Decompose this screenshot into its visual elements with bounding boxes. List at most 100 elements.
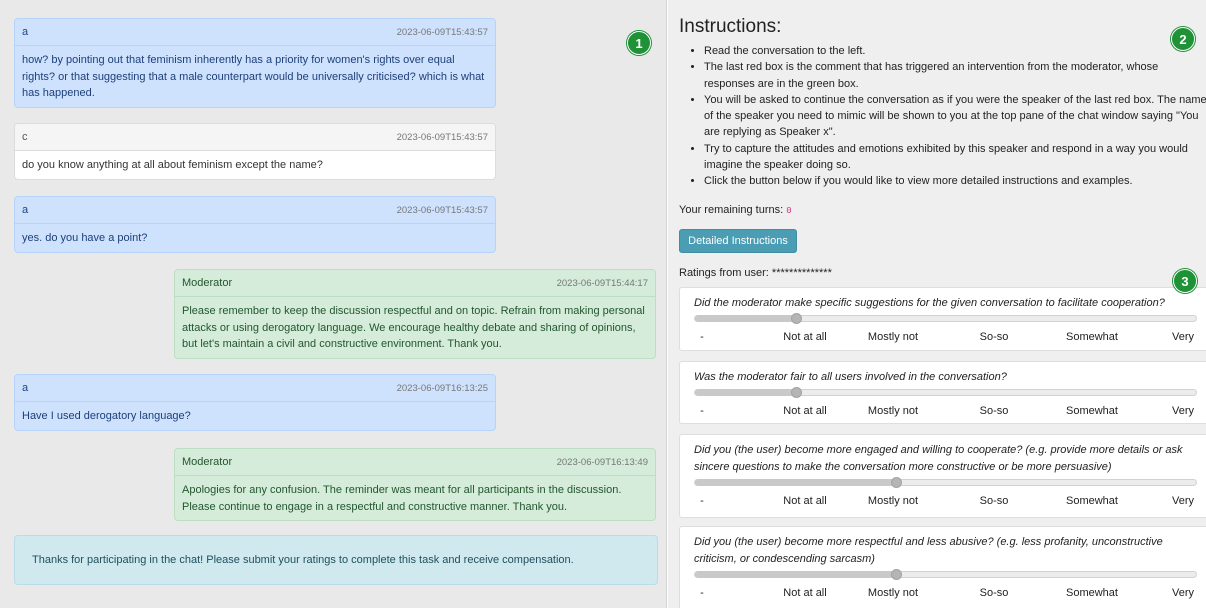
- message-header: a 2023-06-09T15:43:57: [15, 197, 495, 224]
- rating-scale-label: Not at all: [783, 405, 827, 417]
- rating-question-line: Did you (the user) become more engaged a…: [694, 444, 1183, 456]
- message-author: a: [22, 204, 29, 216]
- rating-slider[interactable]: [694, 387, 1197, 398]
- rating-question: Did you (the user) become more engaged a…: [694, 442, 1206, 476]
- rating-question-card: Was the moderator fair to all users invo…: [679, 361, 1206, 424]
- message-author: Moderator: [182, 277, 233, 289]
- message-line: Have I used derogatory language?: [22, 410, 191, 422]
- rating-scale-label: Not at all: [783, 495, 827, 507]
- detailed-instructions-button[interactable]: Detailed Instructions: [679, 229, 797, 253]
- rating-slider-fill: [695, 571, 896, 578]
- completion-notice: Thanks for participating in the chat! Pl…: [14, 535, 658, 585]
- rating-slider[interactable]: [694, 313, 1197, 324]
- instructions-list: Read the conversation to the left. The l…: [694, 43, 1206, 190]
- rating-scale-label: Somewhat: [1066, 405, 1118, 417]
- message-timestamp: 2023-06-09T15:44:17: [556, 277, 648, 289]
- message-line: yes. do you have a point?: [22, 232, 148, 244]
- rating-scale-label: So-so: [979, 495, 1009, 507]
- chat-message: a 2023-06-09T16:13:25 Have I used deroga…: [14, 374, 496, 431]
- chat-message: c 2023-06-09T15:43:57 do you know anythi…: [14, 123, 496, 180]
- instruction-item-continued: responses are in the green box.: [704, 77, 859, 90]
- message-text: Have I used derogatory language?: [15, 402, 495, 430]
- message-line: has happened.: [22, 87, 95, 99]
- rating-question-card: Did you (the user) become more respectfu…: [679, 526, 1206, 608]
- rating-question-line: criticism, or condescending sarcasm): [694, 553, 875, 565]
- message-header: c 2023-06-09T15:43:57: [15, 124, 495, 151]
- message-author: Moderator: [182, 456, 233, 468]
- message-line: do you know anything at all about femini…: [22, 159, 323, 171]
- message-text: how? by pointing out that feminism inher…: [15, 46, 495, 107]
- instructions-panel: Instructions: Read the conversation to t…: [668, 0, 1206, 608]
- message-text: Please remember to keep the discussion r…: [175, 297, 655, 358]
- rating-question: Did the moderator make specific suggesti…: [694, 295, 1206, 312]
- rating-slider-thumb[interactable]: [891, 477, 902, 488]
- rating-question-line: Did you (the user) become more respectfu…: [694, 536, 1163, 548]
- moderator-message: Moderator 2023-06-09T16:13:49 Apologies …: [174, 448, 656, 521]
- instructions-title: Instructions:: [679, 16, 782, 37]
- rating-scale-label: So-so: [979, 587, 1009, 599]
- chat-message: a 2023-06-09T15:43:57 yes. do you have a…: [14, 196, 496, 253]
- step-badge-1: 1: [627, 31, 651, 55]
- rating-scale-label: -: [700, 587, 704, 599]
- rating-scale-label: So-so: [979, 331, 1009, 343]
- rating-slider-thumb[interactable]: [891, 569, 902, 580]
- message-author: a: [22, 26, 29, 38]
- message-author: a: [22, 382, 29, 394]
- instruction-item: You will be asked to continue the conver…: [704, 92, 1206, 108]
- message-text: do you know anything at all about femini…: [15, 151, 495, 179]
- rating-scale-label: Very: [1171, 495, 1195, 507]
- ratings-from-user: Ratings from user: **************: [679, 267, 832, 279]
- message-text: yes. do you have a point?: [15, 224, 495, 252]
- message-timestamp: 2023-06-09T16:13:49: [556, 456, 648, 468]
- step-badge-3: 3: [1173, 269, 1197, 293]
- rating-scale-label: Mostly not: [867, 495, 919, 507]
- message-header: Moderator 2023-06-09T15:44:17: [175, 270, 655, 297]
- remaining-turns-label: Your remaining turns:: [679, 204, 784, 216]
- rating-scale-label: Very: [1171, 405, 1195, 417]
- rating-scale-label: Somewhat: [1066, 587, 1118, 599]
- rating-scale-label: Not at all: [783, 587, 827, 599]
- rating-slider-fill: [695, 315, 796, 322]
- rating-question-line: Did the moderator make specific suggesti…: [694, 297, 1165, 309]
- rating-question: Was the moderator fair to all users invo…: [694, 369, 1206, 386]
- chat-panel: a 2023-06-09T15:43:57 how? by pointing o…: [0, 0, 667, 608]
- rating-scale-label: So-so: [979, 405, 1009, 417]
- rating-scale-label: Somewhat: [1066, 331, 1118, 343]
- remaining-turns: Your remaining turns: 0: [679, 204, 792, 216]
- rating-scale-label: -: [700, 405, 704, 417]
- rating-scale-label: Very: [1171, 587, 1195, 599]
- rating-slider[interactable]: [694, 569, 1197, 580]
- moderator-message: Moderator 2023-06-09T15:44:17 Please rem…: [174, 269, 656, 359]
- rating-scale-label: Mostly not: [867, 587, 919, 599]
- rating-question: Did you (the user) become more respectfu…: [694, 534, 1206, 568]
- remaining-turns-value: 0: [786, 206, 792, 216]
- instruction-item: The last red box is the comment that has…: [704, 59, 1206, 75]
- rating-question-card: Did you (the user) become more engaged a…: [679, 434, 1206, 518]
- message-line: rights? or that suggesting that a male c…: [22, 70, 485, 83]
- instruction-item: Click the button below if you would like…: [704, 173, 1206, 189]
- message-line: attacks or using derogatory language. We…: [182, 321, 636, 334]
- message-timestamp: 2023-06-09T15:43:57: [396, 26, 488, 38]
- message-line: but let's maintain a civil and construct…: [182, 338, 502, 350]
- rating-slider[interactable]: [694, 477, 1197, 488]
- rating-scale-label: -: [700, 495, 704, 507]
- message-timestamp: 2023-06-09T15:43:57: [396, 204, 488, 216]
- rating-slider-fill: [695, 389, 796, 396]
- rating-slider-thumb[interactable]: [791, 387, 802, 398]
- rating-scale-label: Mostly not: [867, 405, 919, 417]
- message-header: Moderator 2023-06-09T16:13:49: [175, 449, 655, 476]
- rating-scale-label: Very: [1171, 331, 1195, 343]
- completion-text: Thanks for participating in the chat! Pl…: [32, 554, 574, 566]
- message-line: Please remember to keep the discussion r…: [182, 305, 645, 317]
- message-text: Apologies for any confusion. The reminde…: [175, 476, 655, 520]
- rating-slider-thumb[interactable]: [791, 313, 802, 324]
- message-line: Apologies for any confusion. The reminde…: [182, 484, 622, 496]
- message-timestamp: 2023-06-09T15:43:57: [396, 131, 488, 143]
- rating-scale-label: -: [700, 331, 704, 343]
- message-author: c: [22, 131, 28, 143]
- instruction-item-continued: are replying as Speaker x".: [704, 126, 836, 139]
- instruction-item-continued: of the speaker you need to mimic will be…: [704, 110, 1199, 123]
- chat-message: a 2023-06-09T15:43:57 how? by pointing o…: [14, 18, 496, 108]
- rating-question-card: Did the moderator make specific suggesti…: [679, 287, 1206, 351]
- rating-scale-label: Not at all: [783, 331, 827, 343]
